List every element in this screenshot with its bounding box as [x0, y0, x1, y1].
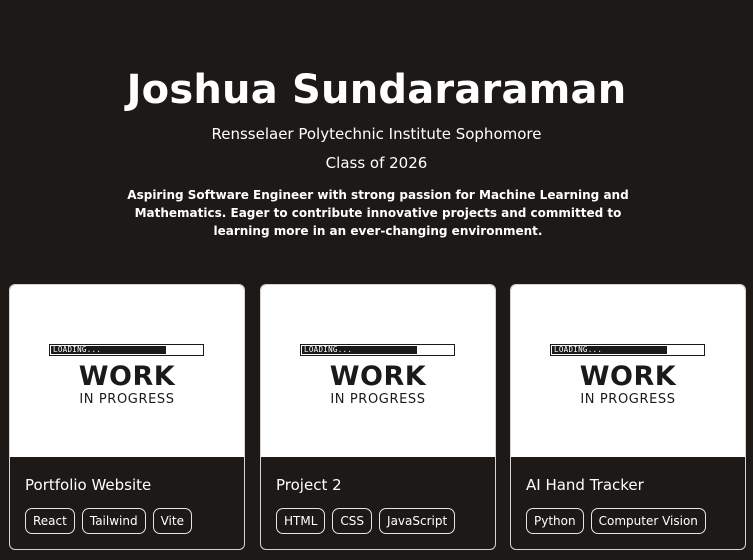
- tag-badge: HTML: [276, 508, 326, 534]
- tag-badge: Computer Vision: [590, 508, 706, 534]
- page-title: Joshua Sundararaman: [126, 67, 627, 113]
- project-card[interactable]: LOADING... WORK IN PROGRESS Project 2 HT…: [260, 284, 496, 550]
- loading-text: LOADING...: [53, 345, 102, 354]
- tag-badge: JavaScript: [379, 508, 456, 534]
- project-title: AI Hand Tracker: [526, 476, 644, 494]
- loading-text: LOADING...: [554, 345, 603, 354]
- work-in-progress-image: LOADING... WORK IN PROGRESS: [10, 285, 244, 457]
- project-title: Portfolio Website: [25, 476, 152, 494]
- wip-main-text: WORK: [579, 361, 677, 392]
- tag-list: HTML CSS JavaScript: [276, 508, 456, 534]
- wip-sub-text: IN PROGRESS: [580, 392, 676, 407]
- work-in-progress-image: LOADING... WORK IN PROGRESS: [261, 285, 495, 457]
- loading-bar: LOADING...: [300, 344, 455, 356]
- bio-text: Aspiring Software Engineer with strong p…: [127, 188, 629, 238]
- school-subtitle: Rensselaer Polytechnic Institute Sophomo…: [211, 125, 542, 143]
- wip-main-text: WORK: [329, 361, 427, 392]
- tag-badge: React: [25, 508, 75, 534]
- wip-main-text: WORK: [78, 361, 176, 392]
- tag-list: React Tailwind Vite: [25, 508, 192, 534]
- work-in-progress-image: LOADING... WORK IN PROGRESS: [511, 285, 745, 457]
- class-year: Class of 2026: [325, 154, 428, 172]
- tag-list: Python Computer Vision: [526, 508, 706, 534]
- tag-badge: Vite: [152, 508, 192, 534]
- tag-badge: CSS: [332, 508, 373, 534]
- loading-bar: LOADING...: [550, 344, 705, 356]
- project-title: Project 2: [276, 476, 342, 494]
- project-card[interactable]: LOADING... WORK IN PROGRESS AI Hand Trac…: [510, 284, 746, 550]
- wip-sub-text: IN PROGRESS: [79, 392, 175, 407]
- tag-badge: Python: [526, 508, 584, 534]
- loading-bar: LOADING...: [49, 344, 204, 356]
- wip-sub-text: IN PROGRESS: [330, 392, 426, 407]
- loading-text: LOADING...: [304, 345, 353, 354]
- tag-badge: Tailwind: [81, 508, 146, 534]
- project-card[interactable]: LOADING... WORK IN PROGRESS Portfolio We…: [9, 284, 245, 550]
